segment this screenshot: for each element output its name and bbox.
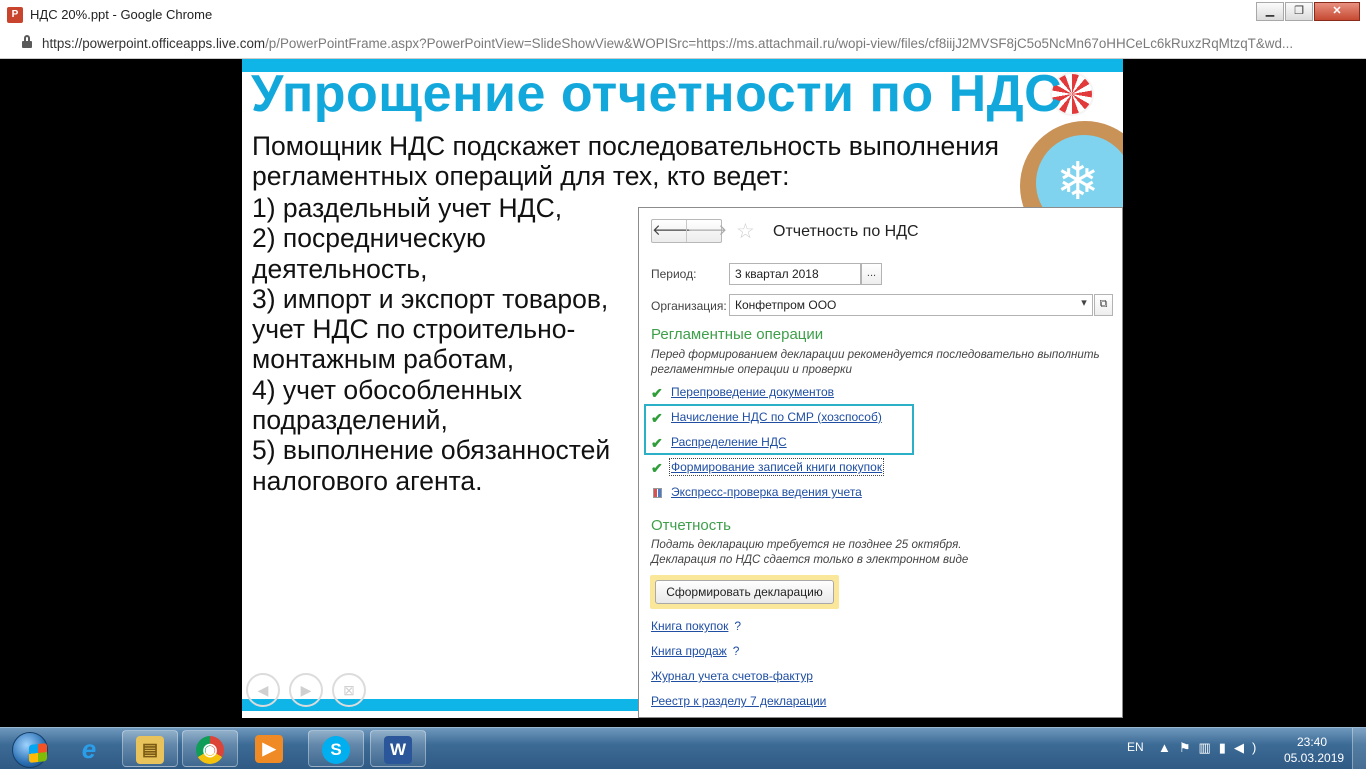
link-row: Журнал учета счетов-фактур [651, 669, 813, 683]
taskbar-media-player[interactable]: ▶ [242, 730, 298, 767]
slide-list-item: 5) выполнение обязанностей налогового аг… [252, 435, 611, 496]
link-row: Книга продаж? [651, 644, 739, 658]
slide-list-item: 2) посредническую деятельность, [252, 223, 486, 284]
link-invoice-journal[interactable]: Журнал учета счетов-фактур [651, 669, 813, 683]
slide-intro-text: Помощник НДС подскажет последовательност… [252, 131, 999, 191]
language-indicator[interactable]: EN [1127, 740, 1144, 754]
section-regulatory-operations: Регламентные операции [651, 326, 824, 343]
slide-title: Упрощение отчетности по НДС [251, 65, 1063, 123]
history-nav: 🡐 🡒 [651, 219, 727, 243]
taskbar-skype[interactable]: S [308, 730, 364, 767]
generate-declaration-button[interactable]: Сформировать декларацию [655, 580, 834, 604]
address-bar[interactable]: https://powerpoint.officeapps.live.com/p… [0, 30, 1366, 59]
exit-slideshow-button[interactable]: ⊠ [332, 673, 366, 707]
help-icon[interactable]: ? [733, 644, 740, 658]
period-label: Период: [651, 267, 697, 281]
url-text[interactable]: https://powerpoint.officeapps.live.com/p… [42, 36, 1342, 51]
link-section7-register[interactable]: Реестр к разделу 7 декларации [651, 694, 826, 708]
window-titlebar: P НДС 20%.ppt - Google Chrome ▁ ❐ ✕ [0, 0, 1366, 31]
section-reporting: Отчетность [651, 517, 731, 534]
report-icon [653, 488, 662, 498]
windows-orb-icon [12, 732, 48, 768]
link-row: Реестр к разделу 7 декларации [651, 694, 826, 708]
operation-link-purchase-book-entries[interactable]: Формирование записей книги покупок [668, 458, 885, 476]
window-title: НДС 20%.ppt - Google Chrome [30, 7, 213, 22]
restore-button[interactable]: ❐ [1285, 2, 1313, 21]
url-host: https://powerpoint.officeapps.live.com [42, 36, 266, 51]
window-controls: ▁ ❐ ✕ [1255, 2, 1360, 21]
show-desktop-button[interactable] [1352, 728, 1366, 769]
back-arrow-icon[interactable]: 🡐 [652, 220, 692, 242]
internet-explorer-icon: e [81, 734, 97, 764]
period-field[interactable]: 3 квартал 2018 [729, 263, 861, 285]
chrome-icon: ◉ [196, 736, 224, 764]
lock-icon [22, 35, 32, 48]
url-path: /p/PowerPointFrame.aspx?PowerPointView=S… [265, 36, 1294, 51]
organization-dropdown-icon[interactable]: ▾ [1075, 294, 1093, 316]
operation-link-express-check[interactable]: Экспресс-проверка ведения учета [671, 485, 862, 499]
organization-field[interactable]: Конфетпром ООО [729, 294, 1093, 316]
next-slide-button[interactable]: ▶ [289, 673, 323, 707]
period-select-button[interactable]: ... [861, 263, 882, 285]
check-icon: ✔ [651, 385, 663, 401]
powerpoint-app-icon: P [7, 7, 23, 23]
tray-icons[interactable]: ▲⚑▥▮◀) [1158, 740, 1264, 756]
start-button[interactable] [4, 729, 54, 769]
slide-bullet-list: 1) раздельный учет НДС, 2) посредническу… [252, 193, 637, 496]
reporting-hint: Подать декларацию требуется не позднее 2… [651, 538, 969, 566]
operations-hint: Перед формированием декларации рекоменду… [651, 348, 1100, 376]
slide-list-item: 4) учет обособленных подразделений, [252, 374, 523, 436]
vat-reporting-panel: 🡐 🡒 ☆ Отчетность по НДС Период: 3 кварта… [638, 207, 1123, 718]
check-icon: ✔ [651, 460, 663, 476]
media-player-icon: ▶ [255, 735, 283, 763]
folder-icon: ▤ [136, 736, 164, 764]
star-icon[interactable]: ☆ [736, 219, 755, 244]
clock-date: 05.03.2019 [1284, 751, 1345, 765]
word-icon: W [384, 736, 412, 764]
taskbar-chrome[interactable]: ◉ [182, 730, 238, 767]
taskbar-file-explorer[interactable]: ▤ [122, 730, 178, 767]
skype-icon: S [322, 736, 350, 764]
close-window-button[interactable]: ✕ [1314, 2, 1360, 21]
slide-list-item: 1) раздельный учет НДС, [252, 193, 563, 223]
link-row: Книга покупок? [651, 619, 741, 633]
taskbar-word[interactable]: W [370, 730, 426, 767]
highlight-frame [644, 404, 914, 455]
link-sales-book[interactable]: Книга продаж [651, 644, 727, 658]
operation-link-reposting[interactable]: Перепроведение документов [671, 385, 834, 399]
panel-title: Отчетность по НДС [773, 223, 919, 240]
minimize-button[interactable]: ▁ [1256, 2, 1284, 21]
taskbar: e ▤ ◉ ▶ S W EN ▲⚑▥▮◀) 23:40 05.03.2019 [0, 727, 1366, 769]
forward-arrow-icon[interactable]: 🡒 [686, 220, 727, 242]
clock-time: 23:40 [1296, 735, 1328, 749]
organization-label: Организация: [651, 299, 727, 313]
organization-open-icon[interactable]: ⧉ [1094, 294, 1113, 316]
link-purchase-book[interactable]: Книга покупок [651, 619, 728, 633]
help-icon[interactable]: ? [734, 619, 741, 633]
clock[interactable]: 23:40 05.03.2019 [1284, 734, 1345, 766]
taskbar-internet-explorer[interactable]: e [62, 730, 118, 767]
previous-slide-button[interactable]: ◀ [246, 673, 280, 707]
slide-list-item: 3) импорт и экспорт товаров, учет НДС по… [252, 283, 609, 375]
